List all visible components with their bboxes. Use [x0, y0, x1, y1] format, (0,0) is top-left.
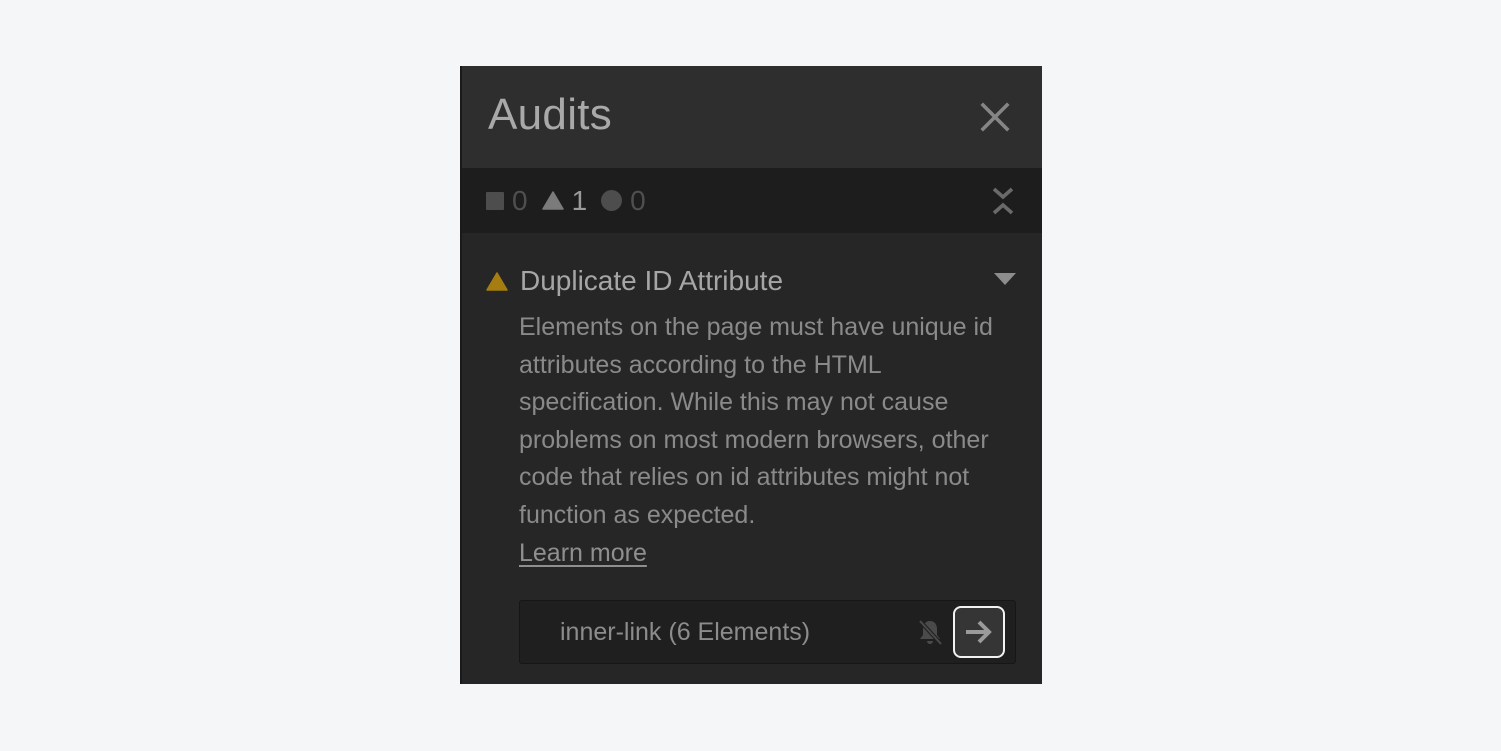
- suggestion-counter[interactable]: 0: [601, 185, 646, 217]
- warning-count: 1: [571, 184, 588, 216]
- affected-element-row[interactable]: inner-link (6 Elements): [519, 600, 1016, 664]
- triangle-icon: [541, 191, 564, 210]
- panel-header: Audits: [462, 66, 1042, 168]
- collapse-all-button[interactable]: [990, 185, 1016, 217]
- issue-description: Elements on the page must have unique id…: [519, 309, 1019, 572]
- audit-summary-bar: 0 1 0: [462, 168, 1042, 233]
- mute-button[interactable]: [915, 617, 945, 647]
- audits-panel: Audits 0 1 0 Duplicate ID Attribute Elem…: [460, 66, 1042, 684]
- square-icon: [486, 191, 504, 210]
- select-element-button[interactable]: [953, 606, 1005, 658]
- circle-icon: [601, 190, 623, 211]
- warning-counter[interactable]: 1: [541, 184, 588, 217]
- close-button[interactable]: [978, 100, 1012, 134]
- element-label: inner-link (6 Elements): [560, 618, 811, 646]
- issue-title: Duplicate ID Attribute: [520, 265, 784, 296]
- bell-off-icon: [918, 619, 943, 646]
- collapse-all-icon: [992, 187, 1014, 215]
- error-count: 0: [512, 184, 528, 216]
- warning-triangle-icon: [486, 271, 508, 291]
- issue-header[interactable]: Duplicate ID Attribute: [486, 263, 1018, 299]
- caret-down-icon[interactable]: [994, 273, 1016, 286]
- suggestion-count: 0: [630, 184, 646, 216]
- issue-description-text: Elements on the page must have unique id…: [519, 313, 993, 529]
- arrow-right-icon: [966, 620, 992, 644]
- learn-more-link[interactable]: Learn more: [519, 535, 647, 573]
- panel-title: Audits: [488, 90, 613, 139]
- close-icon: [980, 102, 1010, 132]
- error-counter[interactable]: 0: [486, 185, 528, 217]
